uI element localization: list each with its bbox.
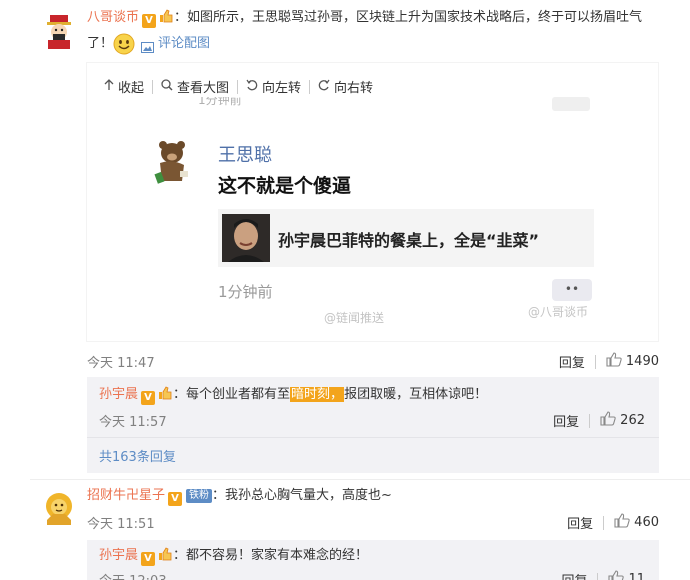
comment-time: 今天 11:51 [87,517,155,532]
like-thumb-icon[interactable] [608,570,625,580]
view-large-button[interactable]: 查看大图 [161,77,229,96]
like-count: 1490 [625,354,659,369]
reply-box: 孙宇晨V：都不容易！家家有本难念的经！ 今天 12:03 回复 11 [87,540,659,580]
toolbar-divider [237,79,239,94]
comment-actions: 回复 1490 [559,352,659,371]
vip-badge-icon: V [141,552,156,566]
image-toolbar: 收起 查看大图 向左转 向右转 [104,77,373,96]
action-divider [603,515,605,530]
image-watermark-2: @八哥谈币 [528,305,589,319]
comment-picture-link[interactable]: 评论配图 [158,33,210,55]
comment-actions: 回复 460 [567,513,659,532]
reply-actions: 回复 11 [561,570,645,580]
image-time: 1分钟前 [218,283,273,301]
reply-actions: 回复 262 [553,411,645,430]
image-watermark-1: @链闻推送 [324,311,385,325]
action-divider [594,354,596,369]
lion-avatar-icon[interactable] [41,490,77,526]
image-quote-text: 孙宇晨巴菲特的餐桌上，全是“韭菜” [278,231,540,250]
text-highlight: 暗时刻， [290,387,345,402]
vip-badge-icon: V [168,492,183,506]
more-replies-link[interactable]: 共163条回复 [99,446,176,465]
vip-hand-icon [158,9,174,23]
reply-divider [87,437,659,438]
reply-box: 孙宇晨 V ：每个创业者都有至暗时刻，报团取暖，互相体谅吧！ 今天 11:57 回复… [87,377,659,473]
toolbar-divider [309,79,311,94]
image-more-pill: •• [552,279,592,301]
image-viewer: 收起 查看大图 向左转 向右转 1分钟前 王思聪 这不就是个傻逼 孙宇晨巴菲特的… [86,62,659,342]
emoji-smile-icon [113,33,135,55]
collapse-arrow-icon [104,78,114,95]
rotate-left-button[interactable]: 向左转 [246,77,301,96]
caishen-avatar-icon[interactable] [41,13,77,49]
like-count: 460 [634,515,659,530]
reply-author[interactable]: 孙宇晨 [99,387,138,402]
rotate-right-icon [318,79,330,95]
reply-button[interactable]: 回复 [559,352,585,371]
image-top-pill [552,97,590,111]
like-thumb-icon[interactable] [600,411,616,430]
bear-avatar-icon [148,137,194,187]
image-sender: 王思聪 [218,145,272,166]
vip-badge-icon: V [142,14,157,28]
action-divider [597,572,599,580]
reply-text: 孙宇晨 V ：都不容易！家家有本难念的经！ [99,547,369,566]
search-icon [161,78,173,95]
comment-text-line-2: 了！ 评论配图 [87,33,210,55]
reply-button[interactable]: 回复 [553,411,579,430]
vip-hand-icon [157,547,173,561]
picture-icon[interactable] [141,39,155,53]
comment-text: 如图所示，王思聪骂过孙哥，区块链上升为国家技术战略后，终于可以扬眉吐气 [187,10,643,25]
vip-badge-icon: V [141,391,156,405]
like-count: 262 [620,413,645,428]
rotate-right-button[interactable]: 向右转 [318,77,373,96]
vip-hand-icon [157,386,173,400]
like-thumb-icon[interactable] [606,352,622,371]
comment-2: 招财牛卍星子 V 铁粉 ：我孙总心胸气量大，高度也~ 今天 11:51 回复 460 … [0,480,690,580]
reply-time: 今天 11:57 [99,415,167,430]
reply-author[interactable]: 孙宇晨 [99,548,138,563]
fan-tag: 铁粉 [186,489,213,503]
rotate-left-icon [246,79,258,95]
comment-author[interactable]: 招财牛卍星子 [87,488,165,503]
comment-time: 今天 11:47 [87,356,155,371]
comment-author[interactable]: 八哥谈币 [87,10,139,25]
comment-1: 八哥谈币 V ：如图所示，王思聪骂过孙哥，区块链上升为国家技术战略后，终于可以扬眉吐… [0,0,690,478]
action-divider [589,413,591,428]
reply-text: 孙宇晨 V ：每个创业者都有至暗时刻，报团取暖，互相体谅吧！ [99,386,488,405]
image-quote-avatar [222,214,270,262]
comment-text: 招财牛卍星子 V 铁粉 ：我孙总心胸气量大，高度也~ [87,488,392,506]
image-quote-card: 孙宇晨巴菲特的餐桌上，全是“韭菜” [218,209,594,267]
reply-button[interactable]: 回复 [567,513,593,532]
collapse-button[interactable]: 收起 [104,77,144,96]
reply-time: 今天 12:03 [99,570,167,580]
reply-button[interactable]: 回复 [561,570,587,580]
image-top-fragment: 1分钟前 [198,97,242,107]
image-message: 这不就是个傻逼 [218,175,352,197]
comment-text-line-1: 八哥谈币 V ：如图所示，王思聪骂过孙哥，区块链上升为国家技术战略后，终于可以扬眉吐… [87,9,643,28]
like-count: 11 [628,572,645,580]
toolbar-divider [152,79,154,94]
like-thumb-icon[interactable] [614,513,630,532]
comment-picture[interactable]: 1分钟前 王思聪 这不就是个傻逼 孙宇晨巴菲特的餐桌上，全是“韭菜” 1分钟前 … [130,97,618,327]
